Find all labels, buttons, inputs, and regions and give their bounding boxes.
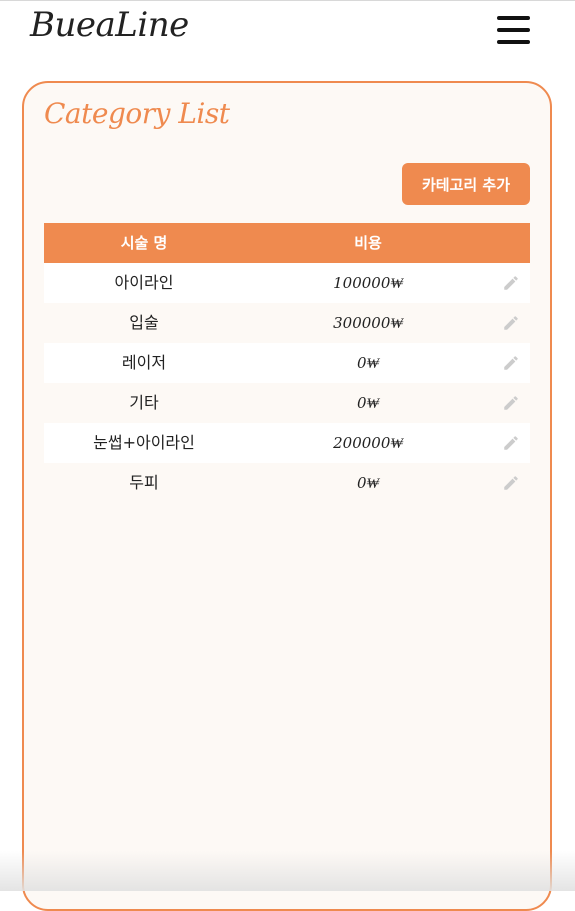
app-header: BueaLine: [0, 1, 575, 63]
procedure-price: 0₩: [356, 354, 380, 372]
procedure-name: 아이라인: [114, 273, 174, 292]
pencil-edit-icon[interactable]: [502, 274, 520, 292]
procedure-name: 두피: [129, 473, 159, 492]
bottom-fade: [0, 851, 575, 891]
pencil-edit-icon[interactable]: [502, 354, 520, 372]
category-list-card: Category List 카테고리 추가 시술 명 비용 아이라인 10000…: [22, 81, 552, 911]
app-logo[interactable]: BueaLine: [30, 5, 189, 45]
hamburger-menu-icon[interactable]: [497, 16, 530, 44]
category-table: 시술 명 비용 아이라인 100000₩ 입술 300000₩ 레이저 0₩ 기…: [44, 223, 530, 503]
procedure-name: 레이저: [121, 353, 167, 372]
procedure-name: 눈썹+아이라인: [93, 433, 195, 452]
table-row: 기타 0₩: [44, 383, 530, 423]
page-title: Category List: [44, 97, 230, 130]
procedure-name: 기타: [129, 393, 159, 412]
procedure-price: 200000₩: [333, 434, 403, 452]
table-header: 시술 명 비용: [44, 223, 530, 263]
table-row: 입술 300000₩: [44, 303, 530, 343]
pencil-edit-icon[interactable]: [502, 314, 520, 332]
table-row: 아이라인 100000₩: [44, 263, 530, 303]
table-row: 두피 0₩: [44, 463, 530, 503]
table-row: 눈썹+아이라인 200000₩: [44, 423, 530, 463]
procedure-price: 300000₩: [333, 314, 403, 332]
column-header-price: 비용: [354, 234, 382, 252]
procedure-price: 100000₩: [333, 274, 403, 292]
procedure-name: 입술: [129, 313, 159, 332]
procedure-price: 0₩: [356, 474, 380, 492]
column-header-name: 시술 명: [120, 234, 168, 252]
table-row: 레이저 0₩: [44, 343, 530, 383]
pencil-edit-icon[interactable]: [502, 434, 520, 452]
procedure-price: 0₩: [356, 394, 380, 412]
pencil-edit-icon[interactable]: [502, 474, 520, 492]
add-category-button[interactable]: 카테고리 추가: [402, 163, 530, 205]
pencil-edit-icon[interactable]: [502, 394, 520, 412]
